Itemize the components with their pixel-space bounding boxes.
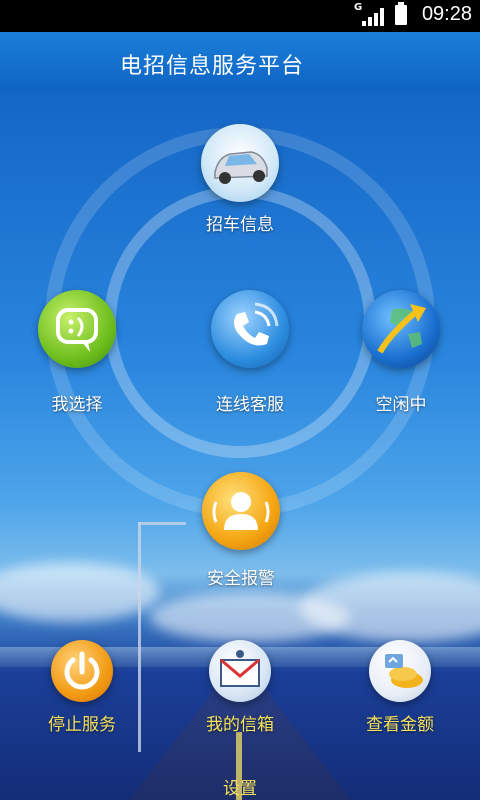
safety-alarm-label: 安全报警	[207, 569, 275, 589]
my-choice-button[interactable]: 我选择	[32, 290, 122, 415]
safety-alarm-button[interactable]: 安全报警	[186, 472, 296, 589]
battery-icon	[395, 2, 407, 25]
network-type: G	[354, 2, 363, 13]
signal-icon	[362, 8, 384, 26]
globe-arrow-icon	[362, 290, 440, 368]
lamp-post-decoration	[138, 522, 141, 752]
phone-icon	[211, 290, 289, 368]
chat-bubble-icon	[38, 290, 116, 368]
customer-service-button[interactable]: 连线客服	[190, 290, 310, 415]
main-scene: 招车信息 我选择 连线客服 空闲中 安全报警 停止服务 我的信箱 查看金额	[0, 92, 480, 800]
car-info-label: 招车信息	[206, 215, 274, 235]
my-mailbox-button[interactable]: 我的信箱	[192, 640, 288, 735]
status-button[interactable]: 空闲中	[356, 290, 446, 415]
mail-icon	[209, 640, 271, 702]
cloud-decoration	[0, 562, 160, 622]
my-mailbox-label: 我的信箱	[206, 715, 274, 735]
stop-service-label: 停止服务	[48, 715, 116, 735]
coins-icon	[369, 640, 431, 702]
person-alert-icon	[202, 472, 280, 550]
status-bar: G 09:28	[0, 0, 480, 32]
stop-service-button[interactable]: 停止服务	[34, 640, 130, 735]
status-label: 空闲中	[375, 395, 427, 415]
title-bar: 电招信息服务平台	[0, 32, 480, 92]
check-amount-button[interactable]: 查看金额	[352, 640, 448, 735]
customer-service-label: 连线客服	[216, 395, 284, 415]
my-choice-label: 我选择	[51, 395, 103, 415]
power-icon	[51, 640, 113, 702]
page-title: 电招信息服务平台	[120, 54, 305, 79]
lamp-arm-decoration	[138, 522, 186, 525]
car-icon	[201, 124, 279, 202]
check-amount-label: 查看金额	[366, 715, 434, 735]
cloud-decoration	[150, 592, 350, 642]
car-info-button[interactable]: 招车信息	[190, 124, 290, 235]
status-time: 09:28	[421, 3, 472, 25]
settings-button[interactable]: 设置	[0, 774, 480, 799]
